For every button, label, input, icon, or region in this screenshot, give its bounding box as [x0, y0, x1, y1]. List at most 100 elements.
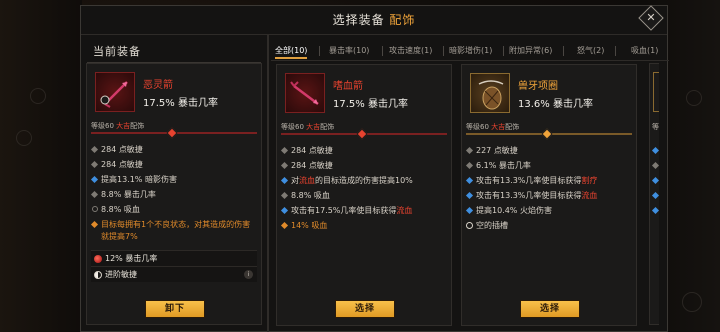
stat-row: 284 点敏捷	[280, 143, 447, 158]
diamond-bullet-icon	[651, 161, 659, 170]
slot-label: 配饰	[130, 122, 145, 130]
stat-row: 227 点敏捷	[465, 143, 632, 158]
candidate-item-stats: 284 点敏捷 284 点敏捷 对流血的目标造成的伤害提高10% 8.8% 吸血…	[280, 143, 447, 233]
blue-diamond-bullet-icon	[90, 175, 99, 184]
stat-row: 14% 吸血	[280, 218, 447, 233]
tabs-divider	[271, 60, 669, 61]
level-text: 等级60	[466, 123, 492, 131]
orange-diamond-bullet-icon	[90, 220, 99, 229]
tab-crit-rate[interactable]: 暴击率(10)	[329, 43, 369, 59]
stat-text: 8.8% 吸血	[101, 205, 140, 214]
tab-separator	[503, 46, 504, 56]
stat-text: 提高10.4% 火焰伤害	[476, 206, 552, 215]
stat-row: 8.8% 吸血	[91, 202, 257, 217]
status-keyword: 流血	[299, 176, 315, 185]
diamond-bullet-icon	[280, 161, 289, 170]
tab-extra-ailment[interactable]: 附加异常(6)	[509, 43, 552, 59]
diamond-bullet-icon	[280, 191, 289, 200]
stat-text: 空的插槽	[476, 221, 508, 230]
slot-label: 配饰	[320, 123, 335, 131]
stat-text: 227 点敏捷	[476, 146, 518, 155]
stat-row: 攻击有13.3%几率使目标获得割疗	[465, 173, 632, 188]
orange-diamond-bullet-icon	[280, 221, 289, 230]
diamond-bullet-icon	[90, 145, 99, 154]
stat-row: 8.8% 暴击几率	[90, 187, 257, 202]
select-button[interactable]: 选择	[520, 300, 580, 318]
stat-row: 目标每拥有1个不良状态，对其造成的伤害就提高7%	[90, 217, 257, 245]
background-ghost-icon	[30, 88, 46, 104]
filter-tabs: 全部(10) 暴击率(10) 攻击速度(1) 暗影增伤(1) 附加异常(6) 怒…	[275, 43, 669, 59]
tab-lifesteal[interactable]: 吸血(1)	[631, 43, 658, 59]
candidate-item-card[interactable]: 兽牙项圈 13.6% 暴击几率 等级60 大吉配饰 227 点敏捷 6.1% 暴…	[461, 64, 637, 326]
stat-row: 攻击有17.5%几率使目标获得流血	[280, 203, 447, 218]
tab-separator	[443, 46, 444, 56]
info-icon[interactable]: i	[244, 270, 253, 279]
panel-title-text: 选择装备	[332, 13, 390, 27]
equipment-select-panel: 选择装备 配饰 当前装备 全部(10) 暴击率(10) 攻击速度(1) 暗影增伤…	[80, 5, 669, 332]
current-item-extras: 12% 暴击几率 进阶敏捷 i	[91, 250, 257, 282]
diamond-bullet-icon	[651, 146, 659, 155]
stat-text: 284 点敏捷	[101, 145, 143, 154]
stat-row: 284 点敏捷	[90, 157, 257, 172]
yin-yang-icon	[94, 271, 102, 279]
select-button[interactable]: 选择	[335, 300, 395, 318]
backdrop-left-scene	[0, 0, 82, 332]
stat-text: 的目标造成的伤害提高10%	[315, 176, 413, 185]
arrow-item-icon	[285, 73, 325, 113]
diamond-bullet-icon	[90, 160, 99, 169]
tab-rage[interactable]: 怒气(2)	[577, 43, 604, 59]
quality-label: 大吉	[491, 123, 506, 131]
stat-text: 6.1% 暴击几率	[476, 161, 531, 170]
blue-diamond-bullet-icon	[465, 176, 474, 185]
advanced-stat-row: 进阶敏捷 i	[91, 266, 257, 282]
quality-label: 大吉	[116, 122, 131, 130]
diamond-bullet-icon	[465, 146, 474, 155]
stat-row: 空的插槽	[466, 218, 632, 233]
stat-row: 提高10.4% 火焰伤害	[465, 203, 632, 218]
level-text: 等级60	[281, 123, 307, 131]
tab-separator	[615, 46, 616, 56]
slot-label: 配饰	[505, 123, 520, 131]
stat-row: 8.8% 吸血	[280, 188, 447, 203]
stat-text: 8.8% 吸血	[291, 191, 330, 200]
panel-title: 选择装备 配饰	[81, 6, 667, 34]
quality-label: 大吉	[306, 123, 321, 131]
next-item-card-peek[interactable]: 等	[649, 63, 659, 325]
blue-diamond-bullet-icon	[280, 176, 289, 185]
candidate-item-level: 等级60 大吉配饰	[281, 122, 334, 132]
status-keyword: 流血	[581, 191, 598, 200]
stat-text: 攻击有13.3%几率使目标获得	[476, 191, 582, 200]
background-ghost-icon	[16, 130, 32, 146]
tab-attack-speed[interactable]: 攻击速度(1)	[389, 43, 432, 59]
stat-text: 提高13.1% 暗影伤害	[101, 175, 177, 184]
blue-diamond-bullet-icon	[465, 191, 474, 200]
separator-gem-icon	[356, 128, 368, 140]
stat-row: 284 点敏捷	[90, 142, 257, 157]
unequip-button[interactable]: 卸下	[145, 300, 205, 318]
blue-diamond-bullet-icon	[465, 206, 474, 215]
tab-separator	[563, 46, 564, 56]
arrow-item-icon	[95, 72, 135, 112]
stat-row: 攻击有13.3%几率使目标获得流血	[465, 188, 632, 203]
peek-item-icon	[653, 72, 659, 112]
candidate-item-card[interactable]: 嗜血箭 17.5% 暴击几率 等级60 大吉配饰 284 点敏捷 284 点敏捷…	[276, 64, 452, 326]
empty-socket-icon	[466, 222, 473, 229]
blue-diamond-bullet-icon	[280, 206, 289, 215]
candidate-item-name: 嗜血箭	[333, 81, 363, 92]
diamond-bullet-icon	[90, 190, 99, 199]
red-gem-icon	[94, 255, 102, 263]
current-item-stats: 284 点敏捷 284 点敏捷 提高13.1% 暗影伤害 8.8% 暴击几率 8…	[90, 142, 257, 245]
current-item-level: 等级60 大吉配饰	[91, 121, 144, 131]
stat-text: 14% 吸血	[291, 221, 328, 230]
tab-all[interactable]: 全部(10)	[275, 43, 308, 59]
stat-text: 284 点敏捷	[291, 146, 333, 155]
status-keyword: 流血	[396, 206, 413, 215]
stat-text: 8.8% 暴击几率	[101, 190, 156, 199]
background-gear-icon	[682, 292, 702, 312]
peek-level-text: 等	[652, 123, 659, 131]
tab-shadow-damage[interactable]: 暗影增伤(1)	[449, 43, 492, 59]
current-equipment-title: 当前装备	[93, 45, 141, 58]
blue-diamond-bullet-icon	[651, 206, 659, 215]
background-ghost-icon	[686, 90, 702, 106]
current-item-name: 恶灵箭	[143, 80, 173, 91]
